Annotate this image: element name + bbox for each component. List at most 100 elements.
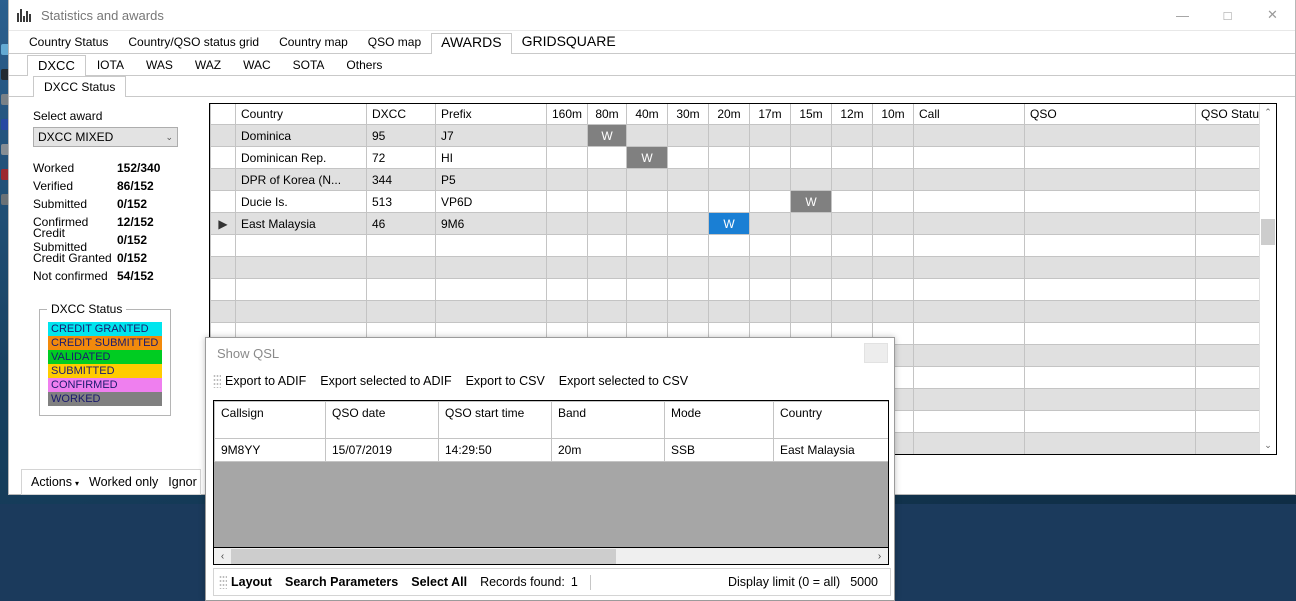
band-cell-40m[interactable] <box>626 300 668 323</box>
cell-country[interactable]: DPR of Korea (N... <box>235 168 367 191</box>
band-cell-20m[interactable] <box>708 256 750 279</box>
select-all-button[interactable]: Select All <box>411 575 467 589</box>
grid-col-header[interactable]: 15m <box>790 104 832 125</box>
band-cell-80m[interactable] <box>587 146 627 169</box>
cell-call[interactable] <box>913 388 1025 411</box>
cell-qso[interactable] <box>1024 190 1196 213</box>
band-cell-15m[interactable] <box>790 146 832 169</box>
band-cell-20m[interactable] <box>708 300 750 323</box>
cell-call[interactable] <box>913 300 1025 323</box>
grid-vertical-scrollbar[interactable]: ⌃ ⌄ <box>1259 104 1276 454</box>
band-cell-12m[interactable] <box>831 278 873 301</box>
band-cell-12m[interactable] <box>831 190 873 213</box>
cell-qso[interactable] <box>1024 344 1196 367</box>
cell-dxcc[interactable] <box>366 234 436 257</box>
secondary-tab-sota[interactable]: SOTA <box>282 54 336 75</box>
band-cell-10m[interactable] <box>872 146 914 169</box>
cell-prefix[interactable] <box>435 278 547 301</box>
band-cell-20m[interactable] <box>708 190 750 213</box>
cell-country[interactable]: Dominican Rep. <box>235 146 367 169</box>
cell-call[interactable] <box>913 278 1025 301</box>
band-cell-20m[interactable] <box>708 278 750 301</box>
band-cell-12m[interactable] <box>831 300 873 323</box>
cell-qso[interactable] <box>1024 410 1196 433</box>
qsl-cell-callsign[interactable]: 9M8YY <box>214 438 326 462</box>
cell-dxcc[interactable]: 513 <box>366 190 436 213</box>
cell-call[interactable] <box>913 366 1025 389</box>
cell-dxcc[interactable]: 72 <box>366 146 436 169</box>
table-row[interactable]: DPR of Korea (N... 344 P5 <box>210 168 1276 191</box>
scroll-down-arrow-icon[interactable]: ⌄ <box>1260 437 1276 454</box>
band-cell-40m[interactable] <box>626 190 668 213</box>
cell-call[interactable] <box>913 212 1025 235</box>
cell-qso[interactable] <box>1024 322 1196 345</box>
grid-col-header[interactable]: 17m <box>749 104 791 125</box>
grid-col-header[interactable]: 12m <box>831 104 873 125</box>
grid-col-header[interactable]: 80m <box>587 104 627 125</box>
grid-col-header[interactable]: 40m <box>626 104 668 125</box>
scroll-up-arrow-icon[interactable]: ⌃ <box>1260 104 1276 121</box>
band-cell-15m[interactable] <box>790 124 832 147</box>
cell-prefix[interactable]: HI <box>435 146 547 169</box>
row-selector[interactable] <box>210 234 236 257</box>
qsl-col-header[interactable]: QSO start time <box>438 401 552 439</box>
band-cell-10m[interactable] <box>872 168 914 191</box>
table-row[interactable]: Ducie Is. 513 VP6D W <box>210 190 1276 213</box>
cell-country[interactable] <box>235 234 367 257</box>
band-cell-30m[interactable] <box>667 300 709 323</box>
band-cell-160m[interactable] <box>546 256 588 279</box>
hscrollbar-thumb[interactable] <box>231 548 616 564</box>
band-cell-10m[interactable] <box>872 212 914 235</box>
band-cell-80m[interactable] <box>587 190 627 213</box>
band-cell-160m[interactable] <box>546 300 588 323</box>
band-cell-30m[interactable] <box>667 124 709 147</box>
search-parameters-button[interactable]: Search Parameters <box>285 575 398 589</box>
band-cell-30m[interactable] <box>667 168 709 191</box>
band-cell-30m[interactable] <box>667 234 709 257</box>
qsl-col-header[interactable]: QSL Sent status <box>889 402 890 439</box>
row-selector[interactable] <box>210 190 236 213</box>
cell-dxcc[interactable] <box>366 256 436 279</box>
table-row[interactable]: Dominican Rep. 72 HI W <box>210 146 1276 169</box>
band-cell-12m[interactable] <box>831 124 873 147</box>
band-cell-20m[interactable] <box>708 168 750 191</box>
qsl-col-header[interactable]: Band <box>551 401 665 439</box>
qsl-export-selected-to-adif-button[interactable]: Export selected to ADIF <box>320 374 451 388</box>
band-cell-40m[interactable] <box>626 278 668 301</box>
cell-prefix[interactable] <box>435 300 547 323</box>
band-cell-80m[interactable] <box>587 278 627 301</box>
band-cell-12m[interactable] <box>831 234 873 257</box>
primary-tab-country-qso-status-grid[interactable]: Country/QSO status grid <box>118 31 269 53</box>
cell-country[interactable]: East Malaysia <box>235 212 367 235</box>
drag-grip-icon[interactable] <box>213 374 221 388</box>
primary-tab-country-map[interactable]: Country map <box>269 31 358 53</box>
band-cell-10m[interactable] <box>872 234 914 257</box>
cell-prefix[interactable]: VP6D <box>435 190 547 213</box>
cell-call[interactable] <box>913 146 1025 169</box>
grid-col-header[interactable]: DXCC <box>366 104 436 125</box>
band-cell-15m[interactable] <box>790 256 832 279</box>
band-cell-80m[interactable] <box>587 234 627 257</box>
grid-col-header[interactable]: Country <box>235 104 367 125</box>
band-cell-20m[interactable] <box>708 124 750 147</box>
band-cell-20m[interactable]: W <box>708 212 750 235</box>
cell-dxcc[interactable]: 344 <box>366 168 436 191</box>
band-cell-160m[interactable] <box>546 146 588 169</box>
qsl-col-header[interactable]: Mode <box>664 401 774 439</box>
band-cell-160m[interactable] <box>546 278 588 301</box>
cell-qso[interactable] <box>1024 366 1196 389</box>
scrollbar-thumb[interactable] <box>1261 219 1275 245</box>
band-cell-15m[interactable] <box>790 300 832 323</box>
primary-tab-qso-map[interactable]: QSO map <box>358 31 431 53</box>
band-cell-40m[interactable] <box>626 256 668 279</box>
cell-qso[interactable] <box>1024 168 1196 191</box>
cell-prefix[interactable] <box>435 234 547 257</box>
band-cell-10m[interactable] <box>872 278 914 301</box>
cell-qso[interactable] <box>1024 234 1196 257</box>
cell-call[interactable] <box>913 234 1025 257</box>
band-cell-10m[interactable] <box>872 124 914 147</box>
scroll-left-arrow-icon[interactable]: ‹ <box>214 551 231 562</box>
grid-col-header[interactable]: Call <box>913 104 1025 125</box>
secondary-tab-others[interactable]: Others <box>335 54 393 75</box>
cell-qso[interactable] <box>1024 278 1196 301</box>
